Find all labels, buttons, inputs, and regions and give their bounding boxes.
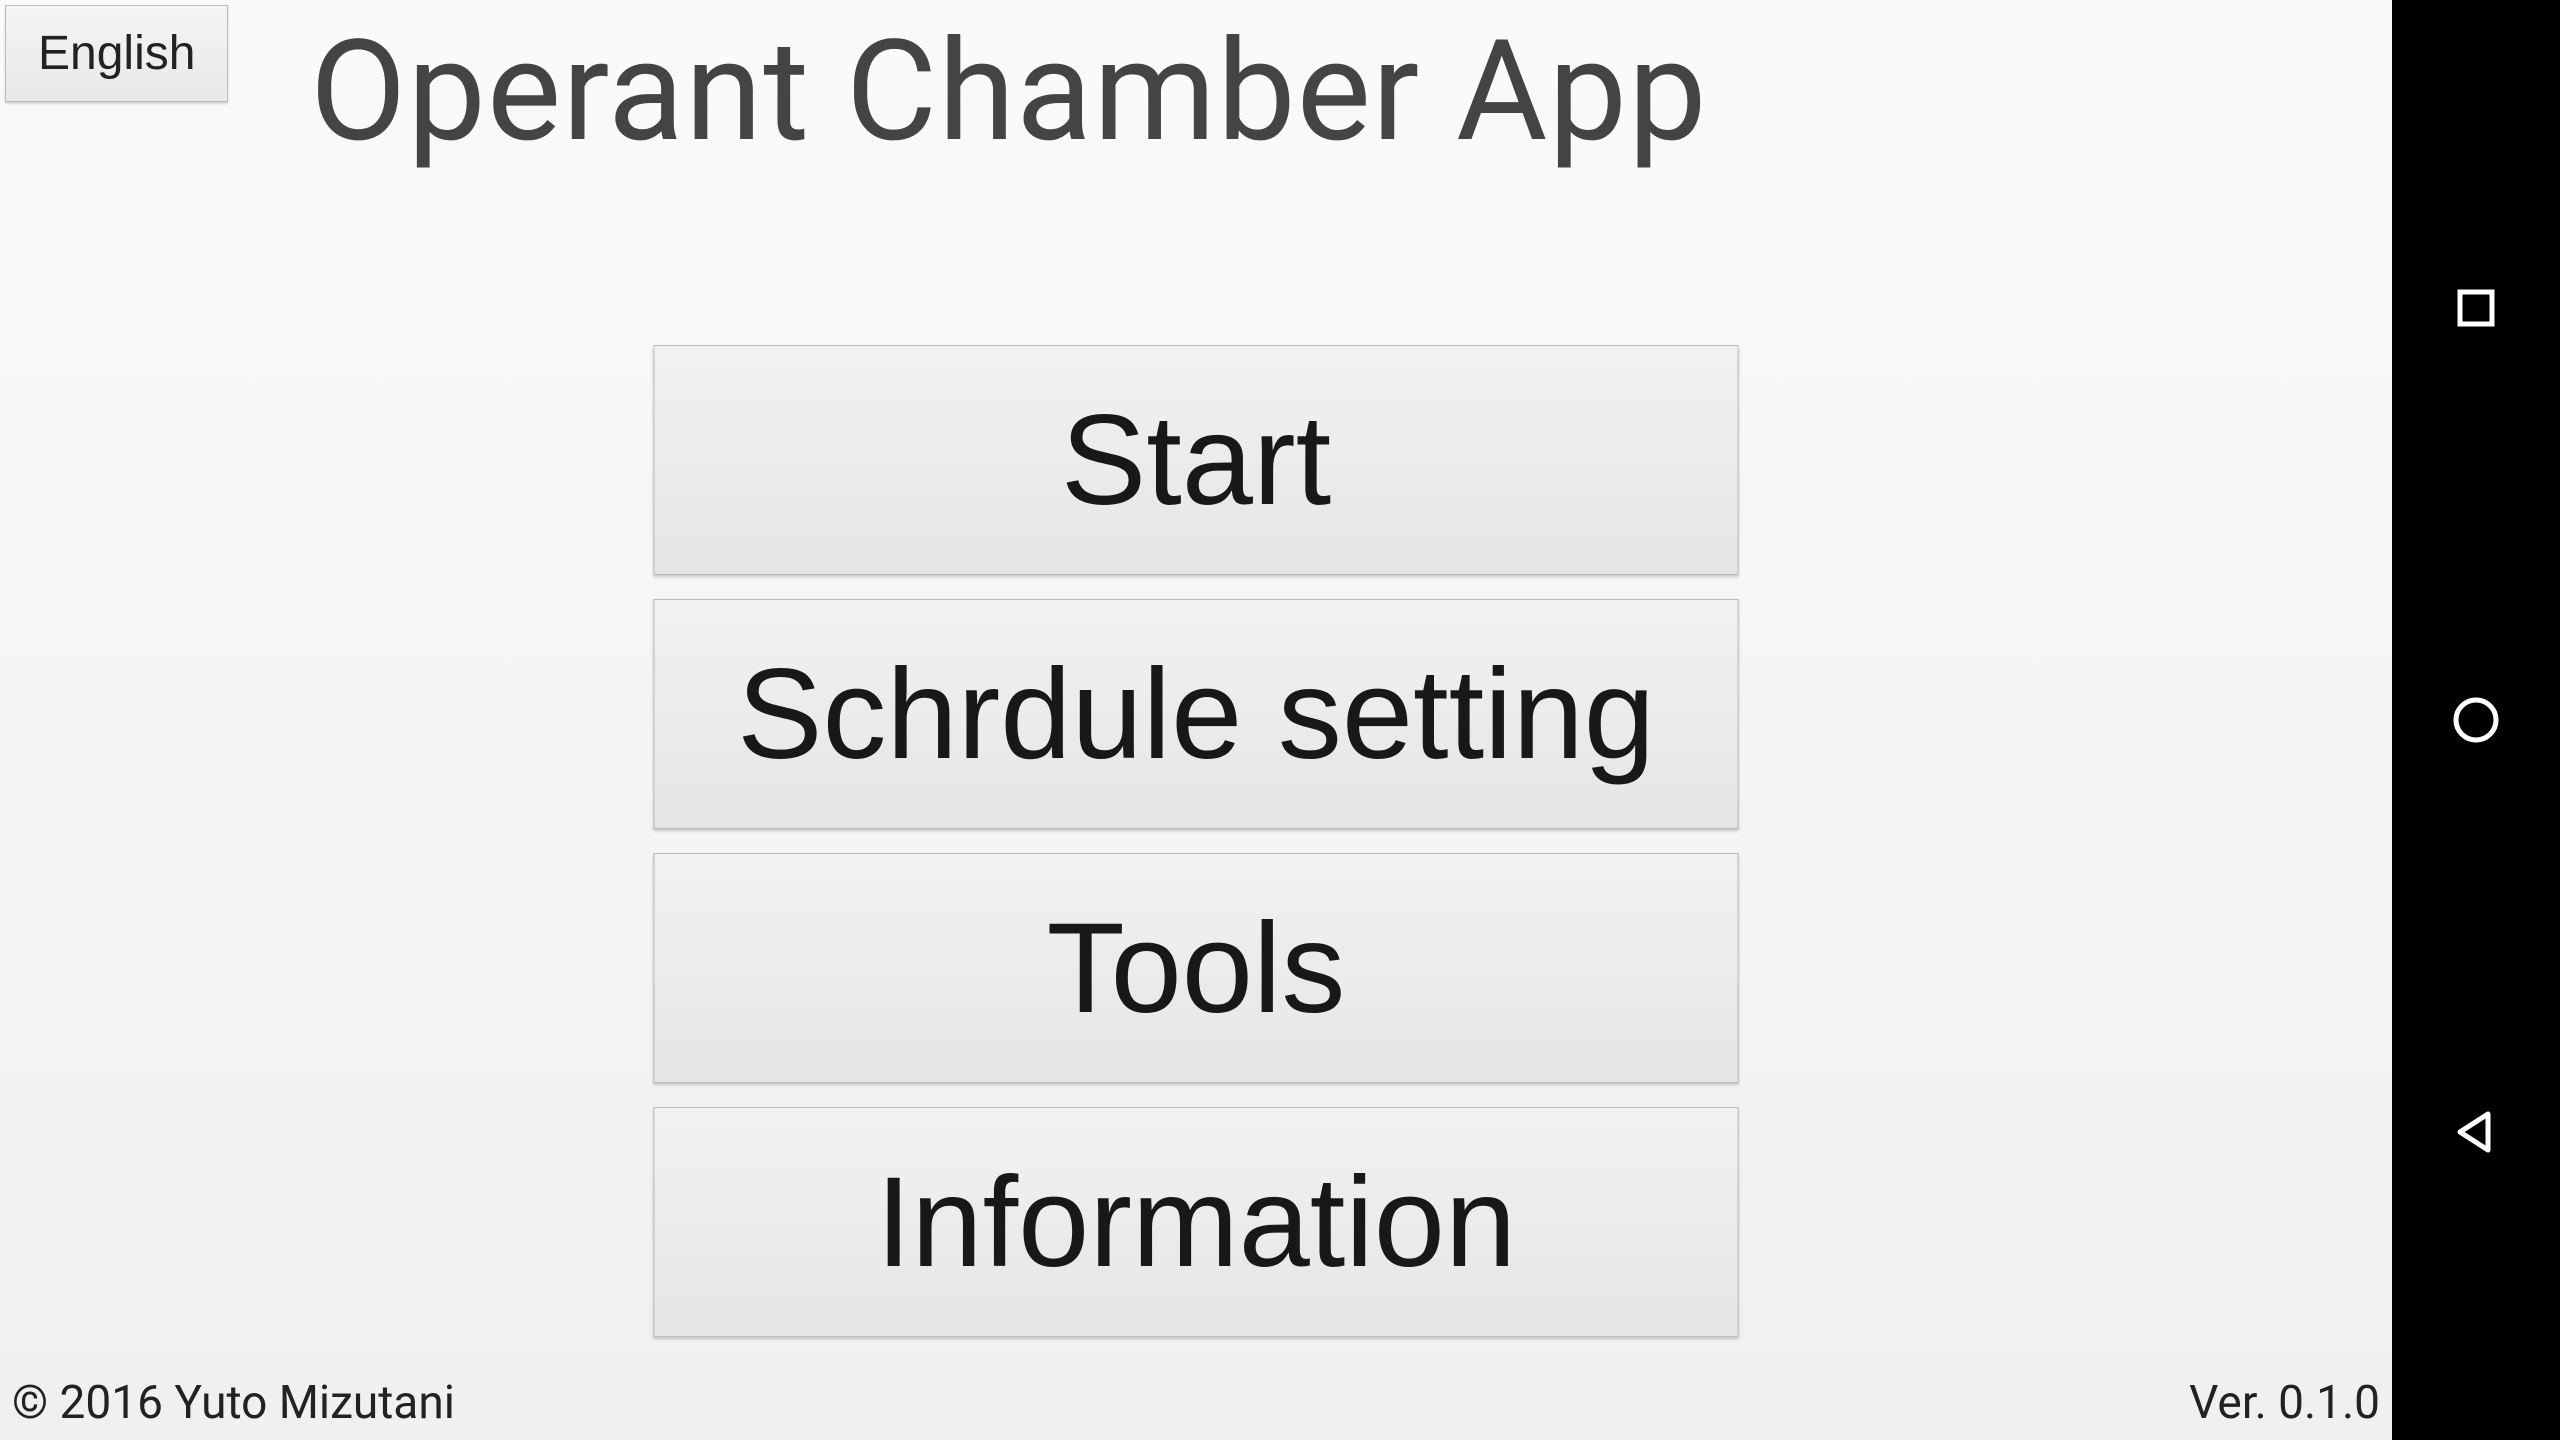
home-icon[interactable]	[2448, 692, 2504, 748]
app-content-area: English Operant Chamber App Start Schrdu…	[0, 0, 2392, 1440]
tools-button[interactable]: Tools	[654, 853, 1739, 1083]
main-menu: Start Schrdule setting Tools Information	[654, 345, 1739, 1337]
start-button[interactable]: Start	[654, 345, 1739, 575]
android-nav-bar	[2392, 0, 2560, 1440]
version-text: Ver. 0.1.0	[2189, 1376, 2380, 1430]
schedule-setting-button[interactable]: Schrdule setting	[654, 599, 1739, 829]
copyright-text: © 2016 Yuto Mizutani	[12, 1376, 455, 1430]
back-icon[interactable]	[2448, 1104, 2504, 1160]
language-button[interactable]: English	[5, 5, 228, 102]
information-button[interactable]: Information	[654, 1107, 1739, 1337]
app-title: Operant Chamber App	[310, 10, 1708, 174]
recent-apps-icon[interactable]	[2448, 280, 2504, 336]
footer: © 2016 Yuto Mizutani Ver. 0.1.0	[12, 1376, 2380, 1430]
